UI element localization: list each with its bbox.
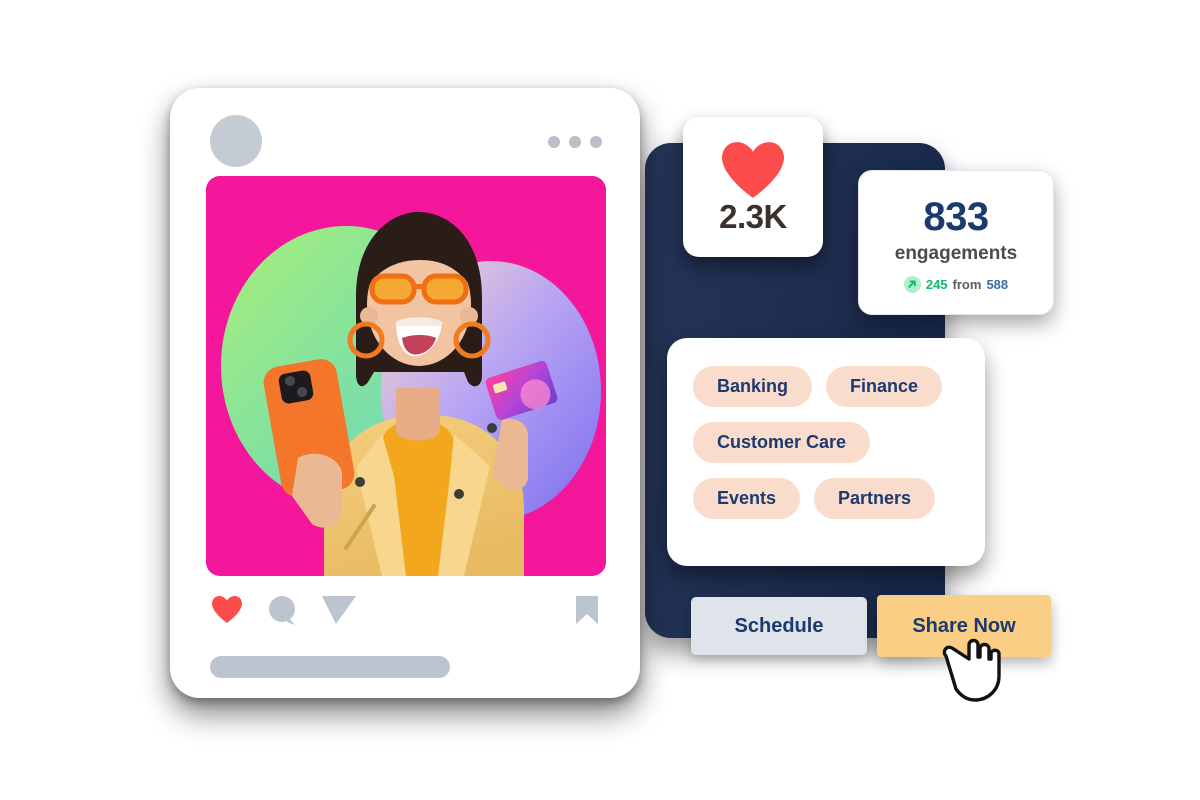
likes-count: 2.3K (719, 197, 787, 235)
arrow-up-right-icon (903, 275, 921, 293)
bookmark-icon[interactable] (576, 596, 598, 629)
tag-row: Events Partners (693, 477, 959, 519)
delta-connector: from (952, 276, 982, 292)
tag-partners[interactable]: Partners (814, 477, 936, 519)
share-now-button[interactable]: Share Now (877, 595, 1051, 657)
heart-icon[interactable] (212, 596, 242, 629)
engagements-number: 833 (923, 194, 989, 239)
dot-3 (590, 136, 602, 148)
delta-value: 245 (925, 276, 948, 292)
post-header (170, 88, 640, 173)
dot-1 (548, 136, 560, 148)
tag-finance[interactable]: Finance (826, 366, 943, 407)
caption-placeholder (210, 656, 450, 678)
tag-customer-care[interactable]: Customer Care (693, 421, 871, 463)
tag-banking[interactable]: Banking (693, 366, 813, 407)
heart-icon (722, 141, 784, 198)
engagements-stat-card: 833 engagements 245 from 588 (858, 170, 1054, 315)
send-icon[interactable] (322, 596, 356, 629)
likes-stat-card: 2.3K (683, 117, 823, 257)
engagements-delta: 245 from 588 (903, 275, 1009, 293)
avatar[interactable] (210, 115, 262, 167)
comment-icon[interactable] (268, 596, 298, 631)
tags-card: Banking Finance Customer Care Events Par… (667, 338, 985, 566)
engagements-label: engagements (894, 242, 1018, 264)
more-options-icon[interactable] (548, 136, 602, 148)
tag-row: Customer Care (693, 421, 959, 463)
illustration-canvas: 2.3K 833 engagements 245 from 588 Bankin… (0, 0, 1200, 800)
tag-row: Banking Finance (693, 366, 959, 407)
post-photo[interactable] (206, 176, 606, 576)
post-action-bar (170, 588, 640, 648)
tag-events[interactable]: Events (693, 477, 801, 519)
schedule-button[interactable]: Schedule (691, 597, 867, 655)
dot-2 (569, 136, 581, 148)
social-post-card (170, 88, 640, 698)
delta-base-value: 588 (986, 276, 1009, 292)
